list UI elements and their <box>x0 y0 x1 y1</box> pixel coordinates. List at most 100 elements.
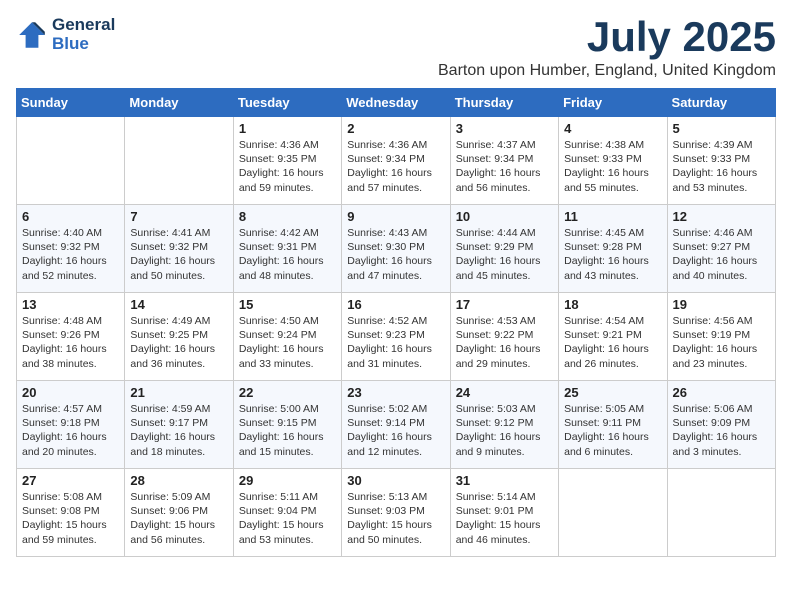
calendar-cell: 29Sunrise: 5:11 AM Sunset: 9:04 PM Dayli… <box>233 469 341 557</box>
day-info: Sunrise: 4:48 AM Sunset: 9:26 PM Dayligh… <box>22 314 119 371</box>
day-header-monday: Monday <box>125 89 233 117</box>
day-info: Sunrise: 4:45 AM Sunset: 9:28 PM Dayligh… <box>564 226 661 283</box>
day-info: Sunrise: 4:59 AM Sunset: 9:17 PM Dayligh… <box>130 402 227 459</box>
day-number: 26 <box>673 385 770 400</box>
calendar-cell: 27 Sunrise: 5:08 AM Sunset: 9:08 PM Dayli… <box>17 469 125 557</box>
calendar-body: 1 Sunrise: 4:36 AM Sunset: 9:35 PM Daylig… <box>17 117 776 557</box>
day-info: Sunrise: 4:46 AM Sunset: 9:27 PM Dayligh… <box>673 226 770 283</box>
day-info: Sunrise: 4:49 AM Sunset: 9:25 PM Dayligh… <box>130 314 227 371</box>
day-info: Sunrise: 4:42 AM Sunset: 9:31 PM Dayligh… <box>239 226 336 283</box>
day-info: Sunrise: 4:36 AM Sunset: 9:35 PM Dayligh… <box>239 138 336 195</box>
calendar-cell: 5 Sunrise: 4:39 AM Sunset: 9:33 PM Daylig… <box>667 117 775 205</box>
logo: General Blue <box>16 16 115 53</box>
day-number: 4 <box>564 121 661 136</box>
calendar-cell: 16Sunrise: 4:52 AM Sunset: 9:23 PM Dayli… <box>342 293 450 381</box>
day-number: 18 <box>564 297 661 312</box>
calendar-cell: 26 Sunrise: 5:06 AM Sunset: 9:09 PM Dayli… <box>667 381 775 469</box>
calendar-cell: 31Sunrise: 5:14 AM Sunset: 9:01 PM Dayli… <box>450 469 558 557</box>
day-info: Sunrise: 4:37 AM Sunset: 9:34 PM Dayligh… <box>456 138 553 195</box>
calendar-cell: 28 Sunrise: 5:09 AM Sunset: 9:06 PM Dayli… <box>125 469 233 557</box>
day-number: 13 <box>22 297 119 312</box>
calendar-cell: 9Sunrise: 4:43 AM Sunset: 9:30 PM Daylig… <box>342 205 450 293</box>
day-info: Sunrise: 4:57 AM Sunset: 9:18 PM Dayligh… <box>22 402 119 459</box>
calendar-cell: 13 Sunrise: 4:48 AM Sunset: 9:26 PM Dayli… <box>17 293 125 381</box>
day-info: Sunrise: 4:52 AM Sunset: 9:23 PM Dayligh… <box>347 314 444 371</box>
calendar-cell: 24 Sunrise: 5:03 AM Sunset: 9:12 PM Dayli… <box>450 381 558 469</box>
day-info: Sunrise: 5:09 AM Sunset: 9:06 PM Dayligh… <box>130 490 227 547</box>
day-info: Sunrise: 5:06 AM Sunset: 9:09 PM Dayligh… <box>673 402 770 459</box>
calendar-cell: 23 Sunrise: 5:02 AM Sunset: 9:14 PM Dayli… <box>342 381 450 469</box>
day-info: Sunrise: 4:50 AM Sunset: 9:24 PM Dayligh… <box>239 314 336 371</box>
calendar-cell: 20 Sunrise: 4:57 AM Sunset: 9:18 PM Dayli… <box>17 381 125 469</box>
calendar-cell: 11 Sunrise: 4:45 AM Sunset: 9:28 PM Dayli… <box>559 205 667 293</box>
calendar-cell: 4Sunrise: 4:38 AM Sunset: 9:33 PM Daylig… <box>559 117 667 205</box>
day-number: 20 <box>22 385 119 400</box>
day-number: 10 <box>456 209 553 224</box>
day-info: Sunrise: 4:54 AM Sunset: 9:21 PM Dayligh… <box>564 314 661 371</box>
day-number: 21 <box>130 385 227 400</box>
calendar-cell: 15 Sunrise: 4:50 AM Sunset: 9:24 PM Dayli… <box>233 293 341 381</box>
calendar-cell: 14 Sunrise: 4:49 AM Sunset: 9:25 PM Dayli… <box>125 293 233 381</box>
day-number: 25 <box>564 385 661 400</box>
day-info: Sunrise: 5:00 AM Sunset: 9:15 PM Dayligh… <box>239 402 336 459</box>
calendar-cell: 30 Sunrise: 5:13 AM Sunset: 9:03 PM Dayli… <box>342 469 450 557</box>
day-number: 30 <box>347 473 444 488</box>
day-header-tuesday: Tuesday <box>233 89 341 117</box>
calendar-week-4: 20 Sunrise: 4:57 AM Sunset: 9:18 PM Dayli… <box>17 381 776 469</box>
day-info: Sunrise: 4:56 AM Sunset: 9:19 PM Dayligh… <box>673 314 770 371</box>
title-section: July 2025 Barton upon Humber, England, U… <box>438 16 776 80</box>
day-info: Sunrise: 5:13 AM Sunset: 9:03 PM Dayligh… <box>347 490 444 547</box>
calendar-cell: 19Sunrise: 4:56 AM Sunset: 9:19 PM Dayli… <box>667 293 775 381</box>
logo-text: General Blue <box>52 16 115 53</box>
day-info: Sunrise: 4:44 AM Sunset: 9:29 PM Dayligh… <box>456 226 553 283</box>
calendar-cell <box>125 117 233 205</box>
day-number: 14 <box>130 297 227 312</box>
calendar-cell <box>559 469 667 557</box>
calendar-cell: 22 Sunrise: 5:00 AM Sunset: 9:15 PM Dayli… <box>233 381 341 469</box>
calendar-cell: 17Sunrise: 4:53 AM Sunset: 9:22 PM Dayli… <box>450 293 558 381</box>
calendar-cell: 3 Sunrise: 4:37 AM Sunset: 9:34 PM Daylig… <box>450 117 558 205</box>
day-number: 1 <box>239 121 336 136</box>
calendar-cell: 12 Sunrise: 4:46 AM Sunset: 9:27 PM Dayli… <box>667 205 775 293</box>
calendar-week-3: 13 Sunrise: 4:48 AM Sunset: 9:26 PM Dayli… <box>17 293 776 381</box>
day-number: 8 <box>239 209 336 224</box>
day-number: 12 <box>673 209 770 224</box>
calendar-cell: 10 Sunrise: 4:44 AM Sunset: 9:29 PM Dayli… <box>450 205 558 293</box>
day-info: Sunrise: 5:02 AM Sunset: 9:14 PM Dayligh… <box>347 402 444 459</box>
day-number: 27 <box>22 473 119 488</box>
calendar-cell: 8 Sunrise: 4:42 AM Sunset: 9:31 PM Daylig… <box>233 205 341 293</box>
day-info: Sunrise: 4:39 AM Sunset: 9:33 PM Dayligh… <box>673 138 770 195</box>
day-info: Sunrise: 5:08 AM Sunset: 9:08 PM Dayligh… <box>22 490 119 547</box>
calendar-cell <box>17 117 125 205</box>
month-title: July 2025 <box>438 16 776 58</box>
calendar-header: SundayMondayTuesdayWednesdayThursdayFrid… <box>17 89 776 117</box>
day-info: Sunrise: 4:36 AM Sunset: 9:34 PM Dayligh… <box>347 138 444 195</box>
day-number: 28 <box>130 473 227 488</box>
days-header-row: SundayMondayTuesdayWednesdayThursdayFrid… <box>17 89 776 117</box>
logo-icon <box>16 19 48 51</box>
day-number: 7 <box>130 209 227 224</box>
calendar-cell: 1 Sunrise: 4:36 AM Sunset: 9:35 PM Daylig… <box>233 117 341 205</box>
day-header-sunday: Sunday <box>17 89 125 117</box>
day-number: 11 <box>564 209 661 224</box>
day-info: Sunrise: 5:05 AM Sunset: 9:11 PM Dayligh… <box>564 402 661 459</box>
day-number: 2 <box>347 121 444 136</box>
day-number: 6 <box>22 209 119 224</box>
day-info: Sunrise: 5:03 AM Sunset: 9:12 PM Dayligh… <box>456 402 553 459</box>
location: Barton upon Humber, England, United King… <box>438 62 776 80</box>
day-number: 9 <box>347 209 444 224</box>
calendar-cell <box>667 469 775 557</box>
day-number: 23 <box>347 385 444 400</box>
calendar-cell: 18 Sunrise: 4:54 AM Sunset: 9:21 PM Dayli… <box>559 293 667 381</box>
calendar-cell: 21 Sunrise: 4:59 AM Sunset: 9:17 PM Dayli… <box>125 381 233 469</box>
day-info: Sunrise: 4:40 AM Sunset: 9:32 PM Dayligh… <box>22 226 119 283</box>
calendar-cell: 6 Sunrise: 4:40 AM Sunset: 9:32 PM Daylig… <box>17 205 125 293</box>
day-number: 17 <box>456 297 553 312</box>
day-number: 15 <box>239 297 336 312</box>
day-number: 3 <box>456 121 553 136</box>
day-number: 31 <box>456 473 553 488</box>
day-header-friday: Friday <box>559 89 667 117</box>
day-number: 5 <box>673 121 770 136</box>
day-number: 24 <box>456 385 553 400</box>
day-number: 22 <box>239 385 336 400</box>
